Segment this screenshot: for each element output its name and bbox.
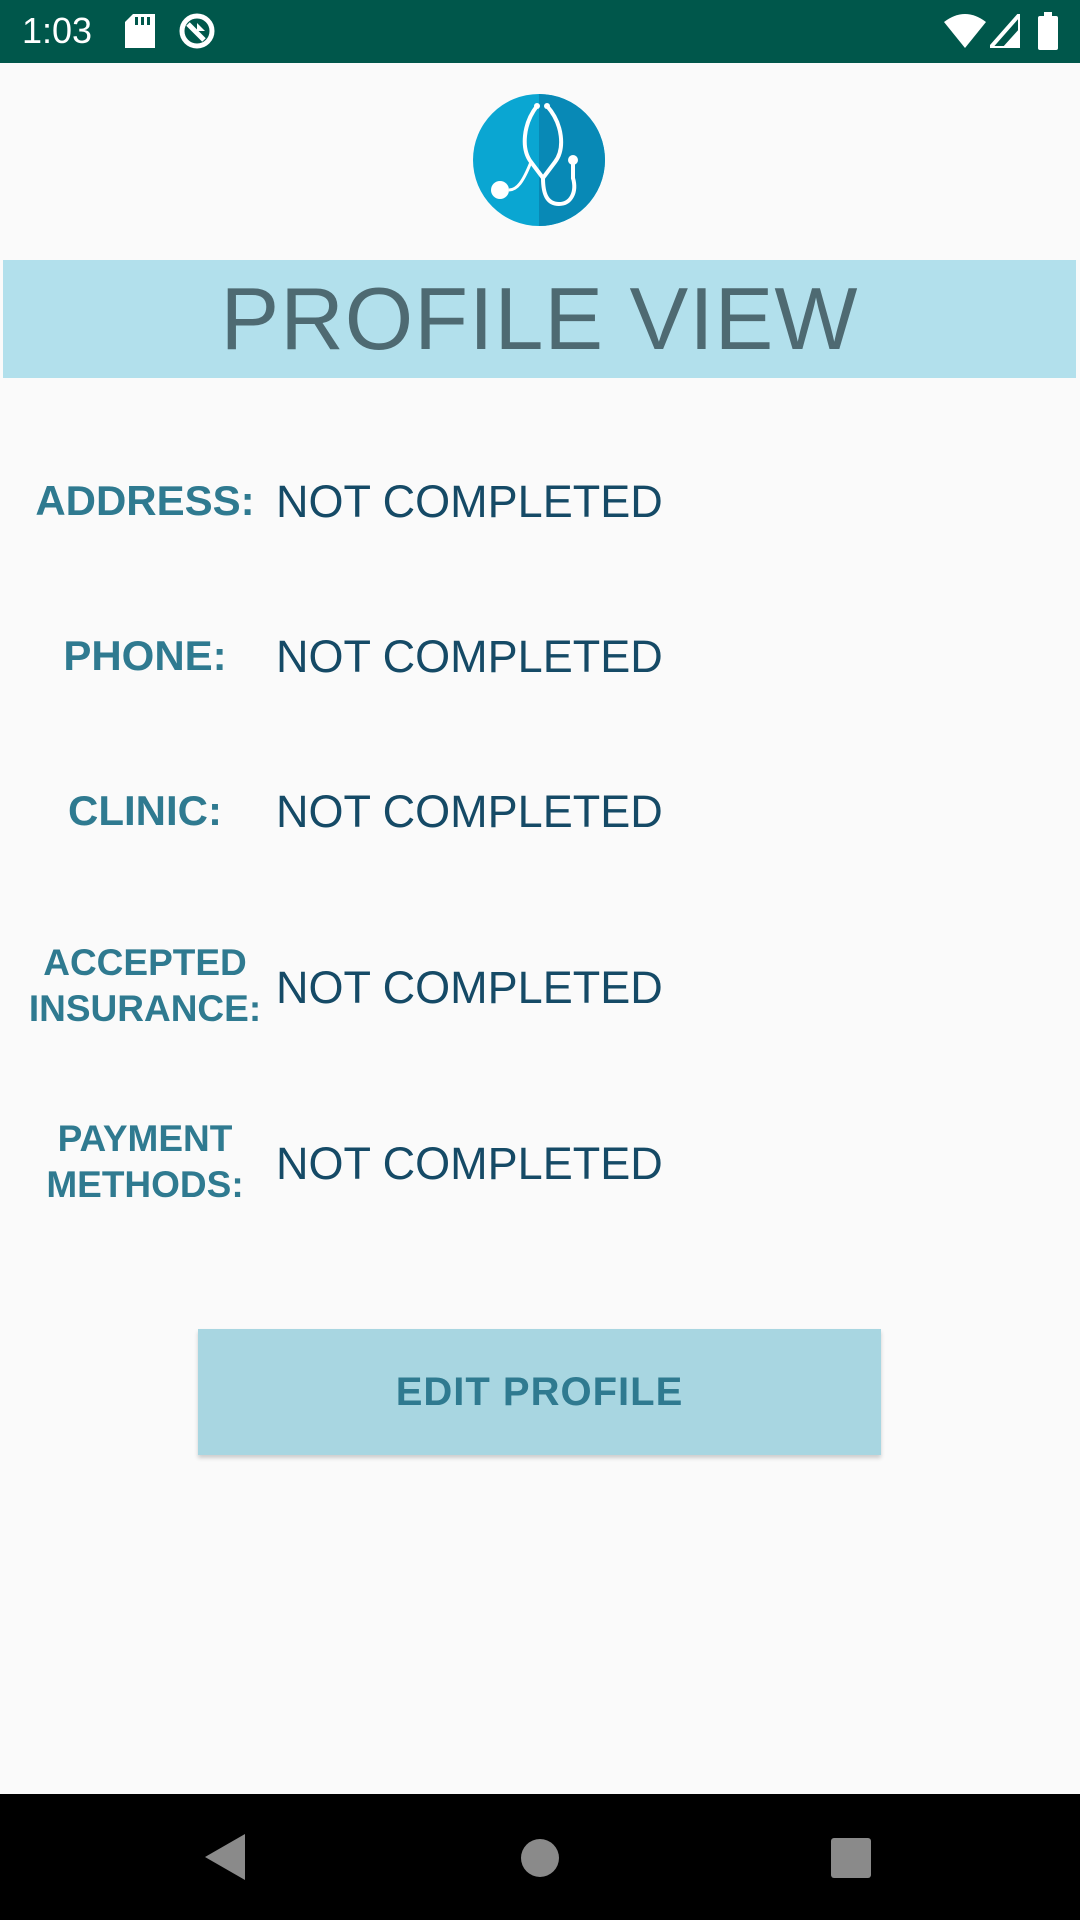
- wifi-icon: [944, 14, 986, 53]
- payment-methods-label: PAYMENT METHODS:: [0, 1116, 290, 1208]
- payment-methods-label-line2: METHODS:: [46, 1164, 244, 1205]
- accepted-insurance-label: ACCEPTED INSURANCE:: [0, 940, 290, 1032]
- vpn-circle-icon: [178, 12, 216, 55]
- payment-methods-label-line1: PAYMENT: [57, 1118, 233, 1159]
- recents-square-icon[interactable]: [831, 1838, 871, 1883]
- accepted-insurance-label-line2: INSURANCE:: [28, 988, 262, 1029]
- status-time: 1:03: [22, 10, 93, 51]
- sd-card-icon: [125, 14, 155, 53]
- cell-signal-icon: [985, 8, 1022, 53]
- payment-methods-value: NOT COMPLETED: [276, 1138, 663, 1189]
- profile-view-screen: PROFILE VIEW ADDRESS: NOT COMPLETED PHON…: [0, 63, 1080, 1794]
- phone-value: NOT COMPLETED: [276, 631, 663, 682]
- phone-label: PHONE:: [63, 632, 227, 679]
- address-label: ADDRESS:: [35, 477, 255, 524]
- accepted-insurance-value: NOT COMPLETED: [276, 962, 663, 1013]
- battery-icon: [1038, 12, 1058, 55]
- title-banner: PROFILE VIEW: [3, 260, 1076, 378]
- edit-profile-button[interactable]: EDIT PROFILE: [198, 1329, 881, 1455]
- stethoscope-icon: [473, 94, 605, 226]
- home-circle-icon[interactable]: [520, 1838, 560, 1883]
- status-bar: 1:03: [0, 0, 1080, 63]
- system-nav-bar: [0, 1794, 1080, 1920]
- clinic-label: CLINIC:: [68, 787, 222, 834]
- accepted-insurance-label-line1: ACCEPTED: [43, 942, 247, 983]
- clinic-value: NOT COMPLETED: [276, 786, 663, 837]
- back-triangle-icon[interactable]: [205, 1834, 245, 1885]
- page-title: PROFILE VIEW: [220, 269, 859, 368]
- address-value: NOT COMPLETED: [276, 476, 663, 527]
